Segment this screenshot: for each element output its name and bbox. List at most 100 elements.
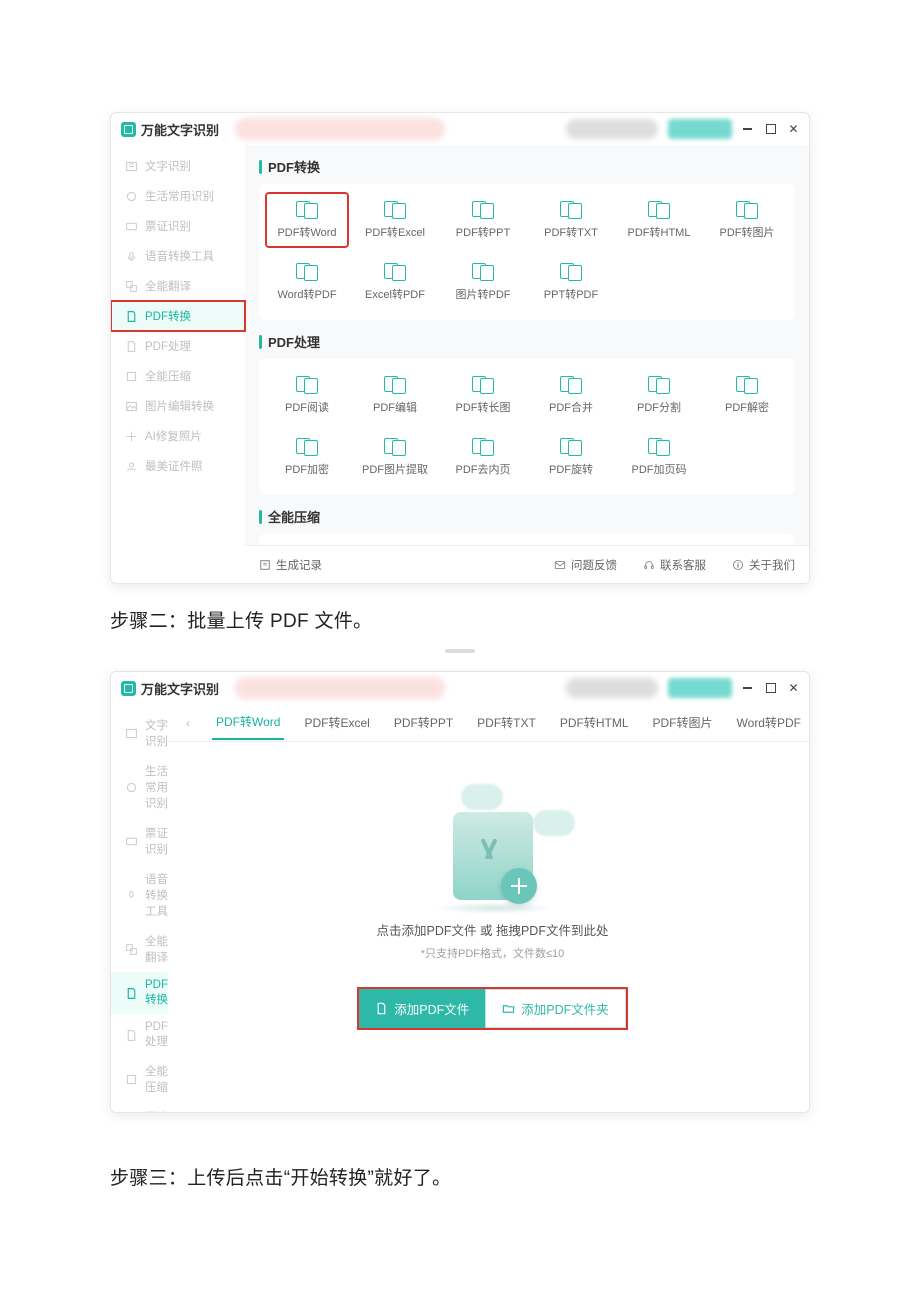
sidebar-item-audio[interactable]: 语音转换工具	[111, 864, 168, 926]
tile-ppt-to-pdf[interactable]: PPT转PDF	[529, 254, 613, 310]
sidebar-item-label: 生活常用识别	[145, 188, 214, 204]
sidebar-item-translate[interactable]: 全能翻译	[111, 926, 168, 972]
tile-image-to-pdf[interactable]: 图片转PDF	[441, 254, 525, 310]
sidebar-item-ticket[interactable]: 票证识别	[111, 818, 168, 864]
sidebar-item-compress[interactable]: 全能压缩	[111, 1056, 168, 1102]
sidebar-item-imgedit[interactable]: 图片编辑转换	[111, 391, 245, 421]
tile-pdf-split[interactable]: PDF分割	[617, 367, 701, 423]
button-label: 添加PDF文件夹	[521, 999, 609, 1018]
sidebar-item-label: 语音转换工具	[145, 871, 168, 919]
section-head-process: PDF处理	[259, 320, 795, 359]
plus-icon	[511, 878, 527, 894]
tab-pdf-to-txt[interactable]: PDF转TXT	[473, 706, 540, 739]
drop-area[interactable]: 点击添加PDF文件 或 拖拽PDF文件到此处 *只支持PDF格式，文件数≤10 …	[168, 742, 810, 1070]
bottom-support[interactable]: 联系客服	[643, 557, 706, 573]
tile-pdf-to-image[interactable]: PDF转图片	[705, 192, 789, 248]
sidebar-item-life[interactable]: 生活常用识别	[111, 756, 168, 818]
sidebar-item-airepair[interactable]: AI修复照片	[111, 421, 245, 451]
window-minimize-icon[interactable]	[742, 683, 753, 694]
section-head-compress: 全能压缩	[259, 495, 795, 534]
tile-pdf-to-excel[interactable]: PDF转Excel	[353, 192, 437, 248]
tile-pdf-pagenum[interactable]: PDF加页码	[617, 429, 701, 485]
drag-handle-icon	[445, 649, 475, 653]
sidebar-item-label: 图片编辑转换	[145, 398, 214, 414]
tile-pdf-img-extract[interactable]: PDF图片提取	[353, 429, 437, 485]
text-icon	[125, 160, 138, 173]
convert-icon	[296, 263, 318, 281]
tab-pdf-to-image[interactable]: PDF转图片	[649, 706, 717, 739]
tile-pdf-to-txt[interactable]: PDF转TXT	[529, 192, 613, 248]
tile-label: Excel转PDF	[365, 286, 425, 302]
titlebar-blur-button[interactable]	[668, 678, 732, 698]
window-maximize-icon[interactable]	[765, 124, 776, 135]
tile-label: PDF阅读	[285, 399, 329, 415]
tile-label: PDF解密	[725, 399, 769, 415]
tile-pdf-remove-page[interactable]: PDF去内页	[441, 429, 525, 485]
window-controls	[742, 683, 799, 694]
tile-pdf-decrypt[interactable]: PDF解密	[705, 367, 789, 423]
tile-label: PDF加页码	[632, 461, 687, 477]
tab-pdf-to-html[interactable]: PDF转HTML	[556, 706, 633, 739]
sidebar-item-life[interactable]: 生活常用识别	[111, 181, 245, 211]
sidebar-item-pdfprocess[interactable]: PDF处理	[111, 331, 245, 361]
add-pdf-file-button[interactable]: 添加PDF文件	[359, 989, 485, 1028]
tab-pdf-to-word[interactable]: PDF转Word	[212, 705, 284, 740]
bottom-feedback[interactable]: 问题反馈	[554, 557, 617, 573]
tile-word-to-pdf[interactable]: Word转PDF	[265, 254, 349, 310]
sidebar-item-pdfconvert[interactable]: PDF转换	[111, 972, 168, 1014]
sidebar-item-ocr[interactable]: 文字识别	[111, 710, 168, 756]
convert-icon	[648, 201, 670, 219]
tile-label: PDF分割	[637, 399, 681, 415]
tile-pdf-longimg[interactable]: PDF转长图	[441, 367, 525, 423]
idphoto-icon	[125, 460, 138, 473]
sidebar: 文字识别 生活常用识别 票证识别 语音转换工具 全能翻译 PDF转换 PDF处理…	[111, 145, 245, 583]
tile-pdf-to-ppt[interactable]: PDF转PPT	[441, 192, 525, 248]
sidebar-item-translate[interactable]: 全能翻译	[111, 271, 245, 301]
tile-pdf-edit[interactable]: PDF编辑	[353, 367, 437, 423]
sidebar-item-idphoto[interactable]: 最美证件照	[111, 451, 245, 481]
window-close-icon[interactable]	[788, 683, 799, 694]
tile-pdf-encrypt[interactable]: PDF加密	[265, 429, 349, 485]
titlebar-blur-button[interactable]	[668, 119, 732, 139]
convert-icon	[472, 201, 494, 219]
cloud-icon	[461, 784, 503, 810]
tile-pdf-to-html[interactable]: PDF转HTML	[617, 192, 701, 248]
tile-label: PDF加密	[285, 461, 329, 477]
convert-icon	[296, 201, 318, 219]
sidebar-item-ticket[interactable]: 票证识别	[111, 211, 245, 241]
drop-text: 点击添加PDF文件 或 拖拽PDF文件到此处	[377, 920, 609, 939]
window-maximize-icon[interactable]	[765, 683, 776, 694]
tab-word-to-pdf[interactable]: Word转PDF	[733, 706, 805, 739]
sidebar-item-audio[interactable]: 语音转换工具	[111, 241, 245, 271]
tile-pdf-merge[interactable]: PDF合并	[529, 367, 613, 423]
bottom-record[interactable]: 生成记录	[259, 557, 322, 573]
window-minimize-icon[interactable]	[742, 124, 753, 135]
tab-pdf-to-ppt[interactable]: PDF转PPT	[390, 706, 457, 739]
tab-back-icon[interactable]: ‹	[180, 716, 196, 730]
sidebar-item-pdfconvert[interactable]: PDF转换	[111, 301, 245, 331]
add-pdf-folder-button[interactable]: 添加PDF文件夹	[485, 989, 626, 1028]
tile-pdf-rotate[interactable]: PDF旋转	[529, 429, 613, 485]
tile-pdf-read[interactable]: PDF阅读	[265, 367, 349, 423]
tab-pdf-to-excel[interactable]: PDF转Excel	[300, 706, 373, 739]
sidebar-item-pdfprocess[interactable]: PDF处理	[111, 1014, 168, 1056]
main-scroll: PDF转换 PDF转Word PDF转Excel PDF转PPT PDF转TXT…	[245, 145, 809, 545]
bottom-about[interactable]: 关于我们	[732, 557, 795, 573]
record-icon	[259, 559, 271, 571]
sidebar-item-label: AI修复照片	[145, 428, 202, 444]
tile-excel-to-pdf[interactable]: Excel转PDF	[353, 254, 437, 310]
window-close-icon[interactable]	[788, 124, 799, 135]
drop-note: *只支持PDF格式，文件数≤10	[421, 945, 565, 961]
sidebar-item-compress[interactable]: 全能压缩	[111, 361, 245, 391]
tile-pdf-to-word[interactable]: PDF转Word	[265, 192, 349, 248]
pdf-icon	[125, 310, 138, 323]
sidebar-item-imgedit[interactable]: 图片编辑转换	[111, 1102, 168, 1113]
convert-icon	[384, 263, 406, 281]
tile-label: PDF合并	[549, 399, 593, 415]
step-2-text: 步骤二：批量上传 PDF 文件。	[110, 606, 810, 633]
life-icon	[125, 781, 138, 794]
app-body: 文字识别 生活常用识别 票证识别 语音转换工具 全能翻译 PDF转换 PDF处理…	[111, 704, 809, 1112]
compress-icon	[125, 370, 138, 383]
sidebar-item-ocr[interactable]: 文字识别	[111, 151, 245, 181]
tile-label: PDF转长图	[456, 399, 511, 415]
